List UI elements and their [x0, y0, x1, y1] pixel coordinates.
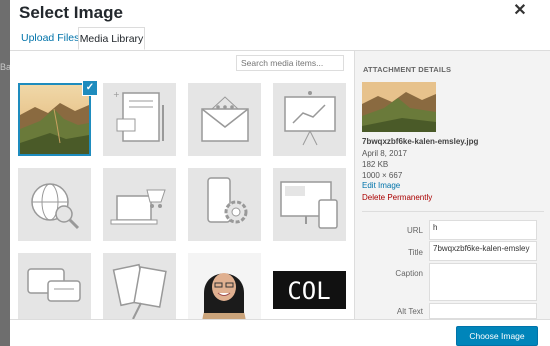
- url-field[interactable]: h: [429, 220, 537, 240]
- edit-image-link[interactable]: Edit Image: [362, 181, 400, 190]
- mobile-gear-icon: [207, 177, 248, 224]
- text-image-label: COL: [287, 277, 330, 305]
- attachment-thumbnail: [362, 82, 436, 132]
- media-item-document[interactable]: +: [103, 83, 176, 156]
- caption-label: Caption: [395, 269, 423, 278]
- details-divider: [362, 211, 544, 212]
- attachment-dimensions: 1000 × 667: [362, 171, 403, 180]
- art-supplies-icon: [112, 263, 167, 320]
- alt-text-label: Alt Text: [396, 307, 423, 316]
- caption-field[interactable]: [429, 263, 537, 301]
- chat-bubbles-icon: [27, 268, 81, 302]
- media-item-landscape[interactable]: [18, 83, 91, 156]
- page-backdrop: Ba: [0, 0, 11, 346]
- attachment-size: 182 KB: [362, 160, 389, 169]
- search-input[interactable]: [236, 55, 344, 71]
- url-label: URL: [406, 226, 423, 235]
- details-heading: ATTACHMENT DETAILS: [363, 65, 452, 74]
- svg-text:+: +: [113, 90, 120, 99]
- tab-media-library[interactable]: Media Library: [78, 27, 145, 50]
- attachment-filename: 7bwqxzbf6ke-kalen-emsley.jpg: [362, 137, 479, 146]
- globe-search-icon: [31, 183, 80, 230]
- delete-permanently-link[interactable]: Delete Permanently: [362, 193, 432, 202]
- choose-image-button[interactable]: Choose Image: [456, 326, 538, 346]
- media-item-art-supplies[interactable]: [103, 253, 176, 326]
- document-icon: +: [113, 90, 164, 142]
- media-item-globe-search[interactable]: [18, 168, 91, 241]
- tab-upload-files[interactable]: Upload Files: [21, 32, 79, 44]
- title-field[interactable]: 7bwqxzbf6ke-kalen-emsley: [429, 241, 537, 261]
- media-item-text-image[interactable]: COL: [273, 253, 346, 326]
- media-item-laptop-cart[interactable]: [103, 168, 176, 241]
- title-label: Title: [408, 248, 423, 257]
- close-icon[interactable]: ✕: [513, 3, 527, 19]
- media-item-envelope[interactable]: [188, 83, 261, 156]
- attachment-details-sidebar: ATTACHMENT DETAILS 7bwqxzbf6ke-kalen-ems…: [354, 51, 550, 319]
- select-image-modal: Select Image ✕ Upload Files Media Librar…: [10, 0, 550, 346]
- devices-icon: [280, 181, 338, 229]
- laptop-cart-icon: [110, 189, 166, 225]
- modal-title: Select Image: [19, 3, 123, 22]
- checkmark-icon[interactable]: ✓: [82, 80, 98, 96]
- media-item-presentation[interactable]: [273, 83, 346, 156]
- landscape-thumbnail: [362, 82, 436, 132]
- alt-text-field[interactable]: [429, 303, 537, 319]
- presentation-chart-icon: [284, 91, 336, 146]
- media-item-person[interactable]: [188, 253, 261, 326]
- media-item-chat[interactable]: [18, 253, 91, 326]
- landscape-photo: [20, 85, 89, 154]
- envelope-icon: [201, 96, 249, 142]
- media-item-mobile-gear[interactable]: [188, 168, 261, 241]
- media-item-devices[interactable]: [273, 168, 346, 241]
- person-photo: [188, 253, 261, 326]
- text-image: COL: [273, 271, 346, 309]
- attachment-date: April 8, 2017: [362, 149, 407, 158]
